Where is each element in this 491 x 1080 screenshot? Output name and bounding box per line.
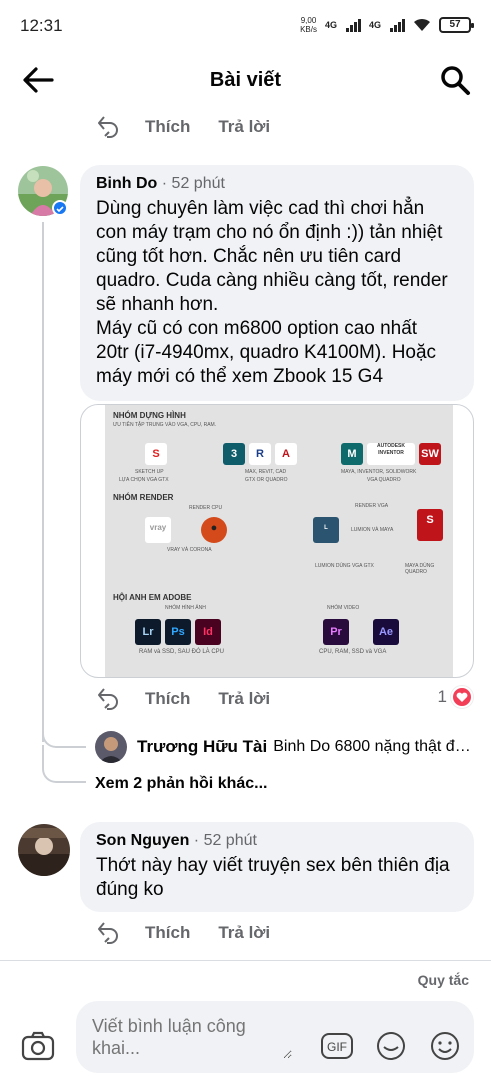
status-indicators: 9,00 KB/s 4G 4G 57 — [300, 16, 474, 34]
header: Bài viết — [0, 52, 491, 108]
reply-icon[interactable] — [95, 686, 121, 712]
reply-button[interactable]: Trả lời — [218, 923, 270, 943]
view-more-replies-link[interactable]: Xem 2 phản hồi khác... — [95, 775, 268, 793]
lumion-icon: L — [313, 517, 339, 543]
reply-icon[interactable] — [95, 920, 121, 946]
sticker-button[interactable] — [374, 1029, 408, 1063]
search-icon — [441, 66, 470, 95]
comment-header: Binh Do · 52 phút — [96, 175, 458, 193]
comment-input[interactable] — [92, 1015, 292, 1059]
comment-bubble: Son Nguyen · 52 phút Thớt này hay viết t… — [80, 822, 474, 912]
reply-text: Binh Do 6800 nặng thật đấy... — [273, 738, 475, 755]
emoji-icon — [431, 1032, 459, 1060]
svg-text:GIF: GIF — [327, 1040, 347, 1054]
battery-icon: 57 — [439, 17, 474, 33]
gif-icon: GIF — [321, 1033, 353, 1059]
comment-time: · 52 phút — [189, 832, 257, 849]
thread-line — [42, 222, 44, 742]
wifi-icon — [414, 18, 430, 31]
like-button[interactable]: Thích — [145, 117, 190, 137]
revit-icon: R — [249, 443, 271, 465]
reply-author[interactable]: Trương Hữu Tài — [137, 737, 267, 757]
network-speed: 9,00 KB/s — [300, 16, 317, 34]
thread-connector — [42, 720, 86, 748]
reply-button[interactable]: Trả lời — [218, 117, 270, 137]
lightroom-icon: Lr — [135, 619, 161, 645]
search-button[interactable] — [439, 64, 471, 96]
status-bar: 12:31 9,00 KB/s 4G 4G 57 — [0, 0, 491, 52]
comment-attachment-image[interactable]: NHÓM DỰNG HÌNH ƯU TIÊN TẬP TRUNG VÀO VGA… — [80, 404, 474, 678]
online-badge-icon — [52, 200, 68, 216]
page-title: Bài viết — [209, 69, 282, 91]
indesign-icon: Id — [195, 619, 221, 645]
vray-icon: vray — [145, 517, 171, 543]
camera-button[interactable] — [20, 1030, 56, 1062]
comment-actions: Thích Trả lời — [95, 920, 270, 946]
like-button[interactable]: Thích — [145, 923, 190, 943]
comment-bubble: Binh Do · 52 phút Dùng chuyên làm việc c… — [80, 165, 474, 401]
avatar — [95, 731, 127, 763]
reply-icon[interactable] — [95, 114, 121, 140]
status-time: 12:31 — [20, 16, 63, 35]
comment-actions: Thích Trả lời — [95, 114, 270, 140]
solidworks-icon: SW — [419, 443, 441, 465]
rules-link[interactable]: Quy tắc — [418, 972, 469, 988]
signal-icon — [390, 18, 405, 32]
reaction-count: 1 — [437, 687, 447, 706]
comment-time: · 52 phút — [157, 175, 225, 192]
maya-icon: M — [341, 443, 363, 465]
comment-composer: GIF — [76, 1001, 474, 1073]
camera-icon — [21, 1031, 55, 1061]
divider — [0, 960, 491, 961]
comment-actions: Thích Trả lời — [95, 686, 270, 712]
like-button[interactable]: Thích — [145, 689, 190, 709]
premiere-icon: Pr — [323, 619, 349, 645]
comment-author[interactable]: Son Nguyen — [96, 832, 189, 849]
comment-author[interactable]: Binh Do — [96, 175, 157, 192]
signal-icon — [345, 18, 361, 32]
sticker-icon — [376, 1032, 405, 1061]
network-type-1: 4G — [324, 20, 337, 30]
heart-icon — [451, 686, 473, 708]
comment-text: Thớt này hay viết truyện sex bên thiên đ… — [96, 855, 450, 900]
autocad-icon: A — [275, 443, 297, 465]
reaction-summary[interactable]: 1 — [438, 686, 473, 708]
thread-connector — [42, 745, 86, 783]
after-effects-icon: Ae — [373, 619, 399, 645]
reply-preview[interactable]: Trương Hữu Tài Binh Do 6800 nặng thật đấ… — [95, 730, 475, 764]
comment-text: Dùng chuyên làm việc cad thì chơi hẳn co… — [96, 198, 448, 387]
emoji-button[interactable] — [428, 1029, 462, 1063]
3dsmax-icon: 3 — [223, 443, 245, 465]
reply-button[interactable]: Trả lời — [218, 689, 270, 709]
avatar[interactable] — [18, 824, 70, 876]
comment-header: Son Nguyen · 52 phút — [96, 832, 458, 850]
sketchup-icon: S — [145, 443, 167, 465]
network-type-2: 4G — [368, 20, 381, 30]
photoshop-icon: Ps — [165, 619, 191, 645]
maya-render-icon: S — [417, 509, 443, 541]
infographic: NHÓM DỰNG HÌNH ƯU TIÊN TẬP TRUNG VÀO VGA… — [105, 405, 453, 677]
corona-icon: ● — [201, 517, 227, 543]
gif-button[interactable]: GIF — [320, 1029, 354, 1063]
autodesk-inventor-icon: AUTODESK INVENTOR — [367, 443, 415, 465]
